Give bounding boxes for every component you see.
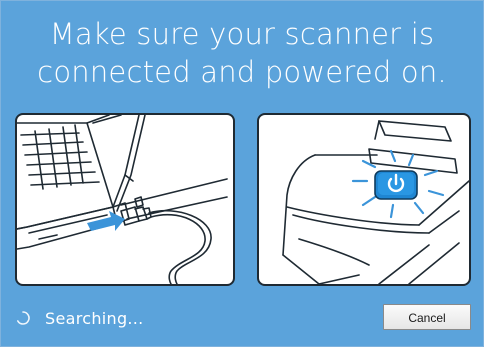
- headline-line-1: Make sure your scanner is: [49, 17, 435, 51]
- scanner-power-button-icon: [282, 120, 469, 284]
- cancel-button[interactable]: Cancel: [383, 304, 471, 330]
- headline-line-2: connected and powered on.: [37, 55, 447, 89]
- spinner-icon: [17, 311, 30, 325]
- instruction-headline: Make sure your scanner is connected and …: [1, 15, 483, 91]
- scanner-connection-dialog: Make sure your scanner is connected and …: [0, 0, 484, 347]
- scanner-power-illustration: [257, 113, 471, 286]
- laptop-usb-connection-icon: [17, 115, 228, 284]
- laptop-usb-illustration: [15, 113, 235, 286]
- status-area: Searching...: [15, 306, 144, 330]
- status-text: Searching...: [45, 308, 144, 328]
